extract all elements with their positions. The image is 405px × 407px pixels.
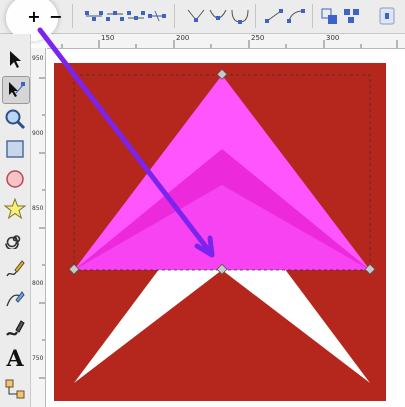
text-tool-icon: A xyxy=(6,346,24,372)
delete-segment-button[interactable] xyxy=(145,4,169,28)
node-symmetric-icon xyxy=(231,9,249,24)
ellipse-tool-icon xyxy=(6,170,24,188)
vertical-ruler[interactable]: 950 900 850 800 750 xyxy=(30,48,46,407)
rectangle-tool-icon xyxy=(6,140,24,158)
node-cusp-icon xyxy=(187,9,205,22)
ruler-label: 300 xyxy=(326,34,340,42)
insert-node-icon: + xyxy=(27,6,41,26)
segment-line-button[interactable] xyxy=(262,4,286,28)
spiral-tool-icon xyxy=(5,235,21,249)
ruler-label: 850 xyxy=(32,205,44,212)
toolbar-separator xyxy=(72,4,73,28)
join-segment-icon xyxy=(127,11,145,20)
toolbar-separator xyxy=(174,4,175,28)
ruler-label: 800 xyxy=(32,280,44,287)
segment-curve-button[interactable] xyxy=(284,4,308,28)
toolbar-separator xyxy=(255,4,256,28)
zoom-tool-button[interactable] xyxy=(2,106,28,132)
show-transform-handles-button[interactable] xyxy=(375,4,399,28)
node-smooth-button[interactable] xyxy=(206,4,230,28)
join-nodes-icon xyxy=(85,11,103,21)
star-tool-button[interactable] xyxy=(2,196,28,222)
break-path-icon xyxy=(106,11,124,21)
stroke-to-path-button[interactable] xyxy=(340,4,364,28)
ruler-label: 750 xyxy=(32,355,44,362)
calligraphy-tool-button[interactable] xyxy=(2,316,28,342)
segment-curve-icon xyxy=(287,9,305,23)
pencil-tool-button[interactable] xyxy=(2,256,28,282)
text-tool-button[interactable]: A xyxy=(2,346,28,372)
selector-tool-icon xyxy=(10,51,21,68)
object-to-path-button[interactable] xyxy=(318,4,342,28)
node-tool-icon xyxy=(9,82,25,97)
object-to-path-icon xyxy=(321,8,337,24)
toolbar-separator xyxy=(312,4,313,28)
ruler-label: 250 xyxy=(251,34,265,42)
pen-tool-button[interactable] xyxy=(2,286,28,312)
ruler-label: 150 xyxy=(101,34,115,42)
delete-node-icon: − xyxy=(49,6,63,26)
zoom-tool-icon xyxy=(5,109,26,130)
node-symmetric-button[interactable] xyxy=(228,4,252,28)
pen-tool-icon xyxy=(6,291,25,307)
calligraphy-tool-icon xyxy=(6,320,25,336)
ruler-label: 900 xyxy=(32,130,44,137)
ruler-label: 200 xyxy=(176,34,190,42)
stroke-to-path-icon xyxy=(344,9,359,23)
node-cusp-button[interactable] xyxy=(184,4,208,28)
star-tool-icon xyxy=(4,198,26,220)
connector-tool-icon xyxy=(5,379,25,399)
ellipse-tool-button[interactable] xyxy=(2,166,28,192)
insert-node-button[interactable]: + xyxy=(22,4,46,28)
node-toolbar: + − xyxy=(0,0,405,41)
drawing-canvas[interactable] xyxy=(46,49,405,407)
delete-segment-icon xyxy=(148,10,166,22)
segment-line-icon xyxy=(265,9,283,23)
node-tool-button[interactable] xyxy=(2,76,30,104)
ruler-label: 950 xyxy=(32,55,44,62)
node-smooth-icon xyxy=(209,9,227,20)
show-transform-handles-icon xyxy=(379,7,395,25)
spiral-tool-button[interactable] xyxy=(2,226,28,252)
delete-node-button[interactable]: − xyxy=(44,4,68,28)
pencil-tool-icon xyxy=(6,260,25,277)
horizontal-ruler[interactable]: 150 200 250 300 xyxy=(47,34,405,49)
toolbox: A xyxy=(0,34,31,407)
rectangle-tool-button[interactable] xyxy=(2,136,28,162)
selector-tool-button[interactable] xyxy=(2,46,28,72)
connector-tool-button[interactable] xyxy=(2,376,28,402)
